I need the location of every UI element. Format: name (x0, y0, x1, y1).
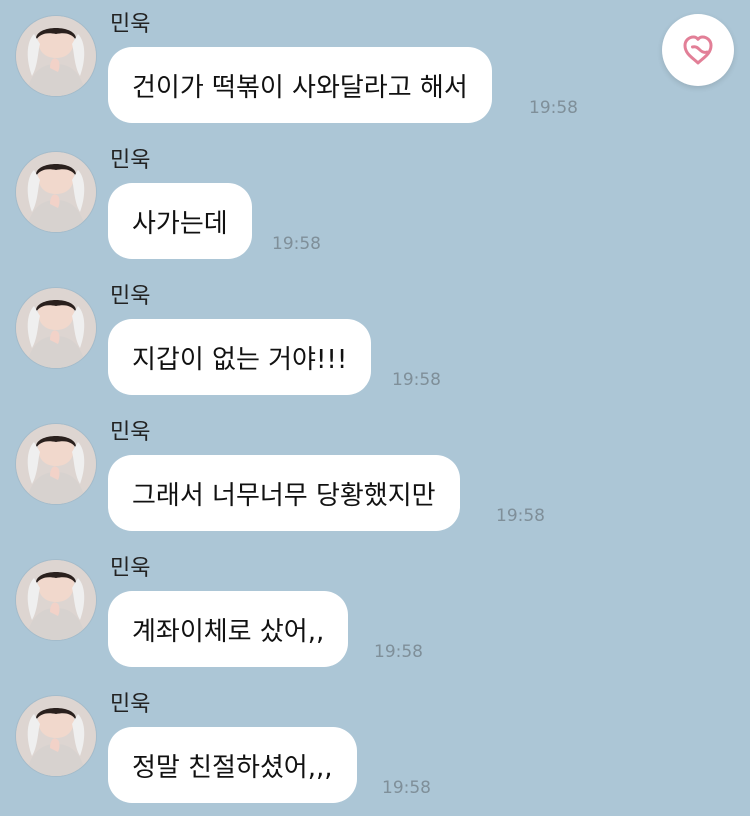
avatar[interactable] (16, 16, 96, 96)
profile-photo-icon (16, 696, 96, 776)
message: 민욱 그래서 너무너무 당황했지만 19:58 (0, 408, 750, 544)
sender-name: 민욱 (110, 692, 151, 717)
message: 민욱 건이가 떡볶이 사와달라고 해서 19:58 (0, 0, 750, 136)
sender-name: 민욱 (110, 556, 151, 581)
sender-name: 민욱 (110, 284, 151, 309)
message-time: 19:58 (392, 370, 441, 390)
profile-photo-icon (16, 560, 96, 640)
heart-button[interactable] (662, 14, 734, 86)
message-bubble[interactable]: 그래서 너무너무 당황했지만 (108, 455, 460, 531)
avatar[interactable] (16, 696, 96, 776)
message-time: 19:58 (496, 506, 545, 526)
profile-photo-icon (16, 16, 96, 96)
message-time: 19:58 (272, 234, 321, 254)
message-bubble[interactable]: 사가는데 (108, 183, 252, 259)
avatar[interactable] (16, 560, 96, 640)
message-bubble[interactable]: 정말 친절하셨어,,, (108, 727, 357, 803)
profile-photo-icon (16, 152, 96, 232)
message: 민욱 정말 친절하셨어,,, 19:58 (0, 680, 750, 816)
heart-icon (683, 35, 713, 65)
message-bubble[interactable]: 지갑이 없는 거야!!! (108, 319, 372, 395)
sender-name: 민욱 (110, 148, 151, 173)
sender-name: 민욱 (110, 420, 151, 445)
profile-photo-icon (16, 288, 96, 368)
message-bubble[interactable]: 계좌이체로 샀어,, (108, 591, 349, 667)
profile-photo-icon (16, 424, 96, 504)
avatar[interactable] (16, 288, 96, 368)
sender-name: 민욱 (110, 12, 151, 37)
message: 민욱 지갑이 없는 거야!!! 19:58 (0, 272, 750, 408)
message-time: 19:58 (382, 778, 431, 798)
avatar[interactable] (16, 152, 96, 232)
message-time: 19:58 (529, 98, 578, 118)
message-bubble[interactable]: 건이가 떡볶이 사와달라고 해서 (108, 47, 492, 123)
chat-area: 민욱 건이가 떡볶이 사와달라고 해서 19:58 민욱 사가는데 19:58 (0, 0, 750, 814)
message: 민욱 계좌이체로 샀어,, 19:58 (0, 544, 750, 680)
message-time: 19:58 (374, 642, 423, 662)
message: 민욱 사가는데 19:58 (0, 136, 750, 272)
avatar[interactable] (16, 424, 96, 504)
